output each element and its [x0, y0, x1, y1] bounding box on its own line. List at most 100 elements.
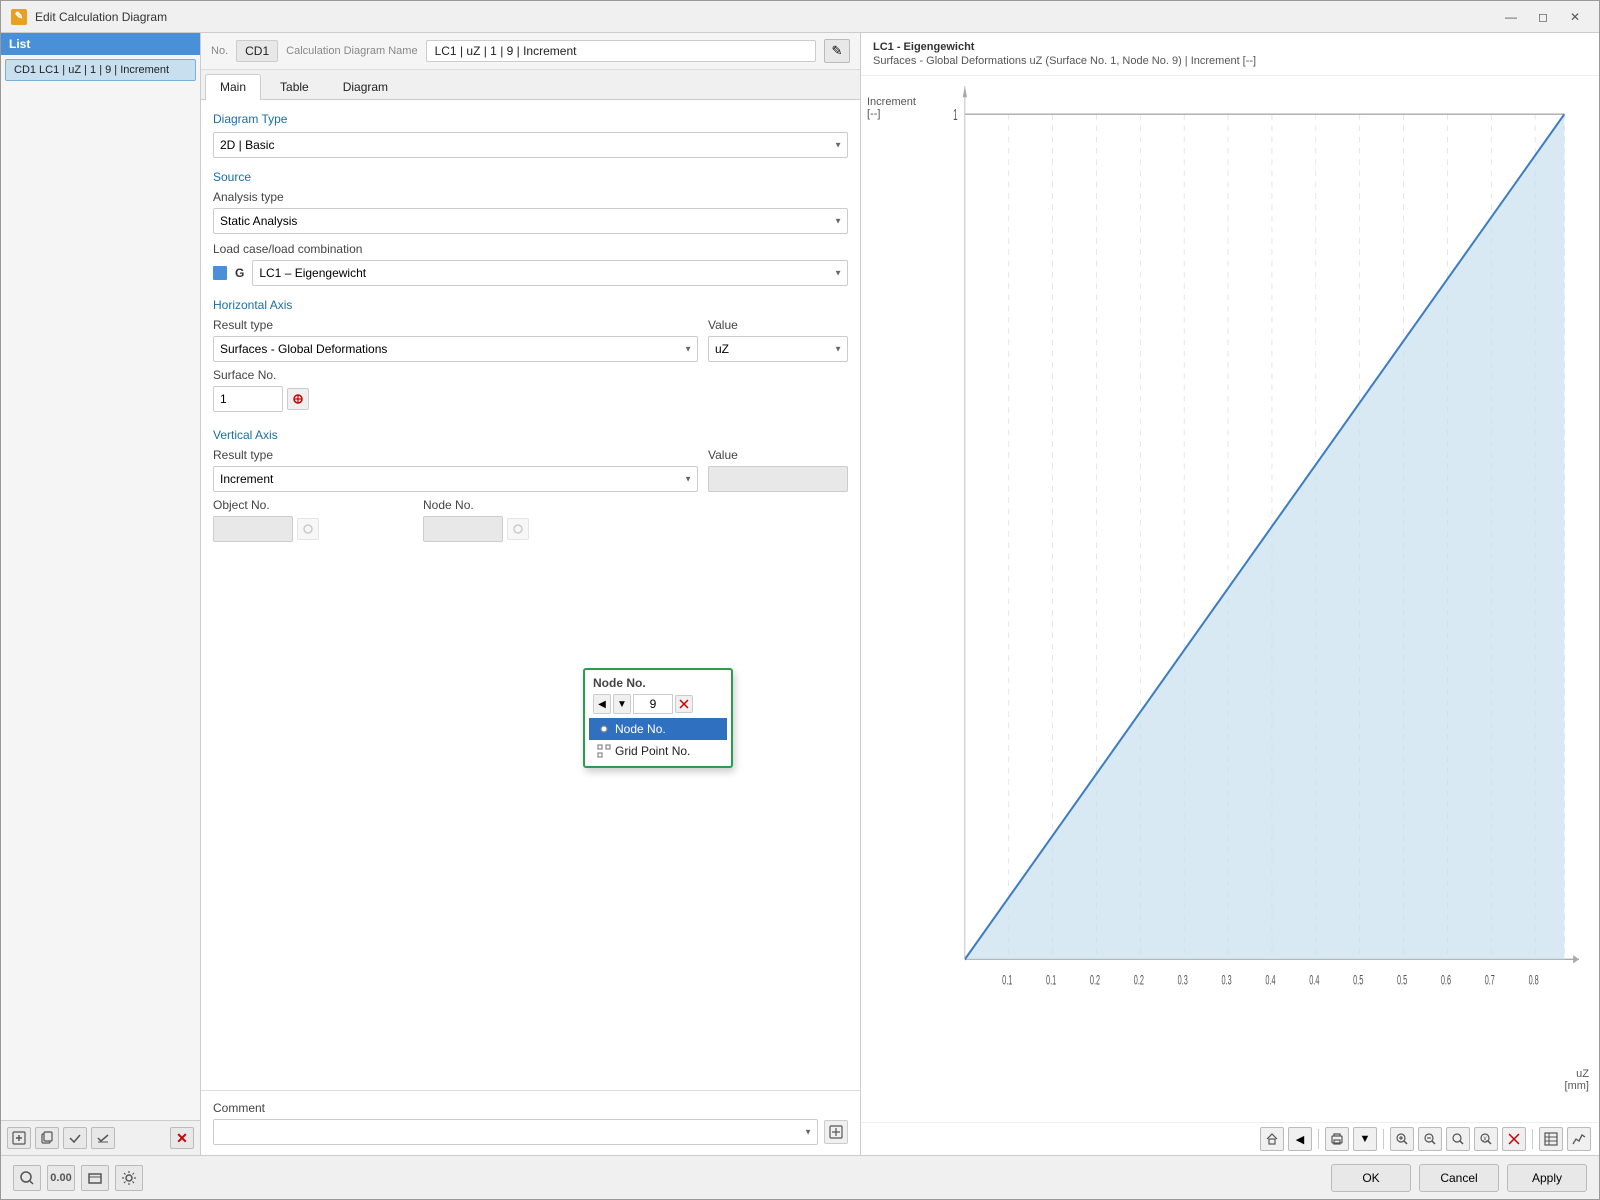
chart-zoom-in-button[interactable] — [1390, 1127, 1414, 1151]
svg-text:0.6: 0.6 — [1441, 973, 1451, 988]
form-content: Diagram Type 2D | Basic Source Analysis … — [201, 100, 860, 1090]
surface-no-label: Surface No. — [213, 368, 343, 382]
svg-text:0.4: 0.4 — [1309, 973, 1319, 988]
delete-item-button[interactable]: ✕ — [170, 1127, 194, 1149]
svg-text:0.2: 0.2 — [1134, 973, 1144, 988]
h-value-select[interactable]: uZ — [708, 336, 848, 362]
menu-item-grid-point-no[interactable]: Grid Point No. — [589, 740, 727, 762]
bottom-box-button[interactable] — [81, 1165, 109, 1191]
v-object-no-label: Object No. — [213, 498, 413, 512]
node-popup-input-row: ◀ ▼ 9 — [589, 692, 727, 716]
v-value-label: Value — [708, 448, 848, 462]
left-panel: List CD1 LC1 | uZ | 1 | 9 | Increment — [1, 33, 201, 1155]
list-item[interactable]: CD1 LC1 | uZ | 1 | 9 | Increment — [5, 59, 196, 81]
left-panel-toolbar: ✕ — [1, 1120, 200, 1155]
chart-table-button[interactable] — [1539, 1127, 1563, 1151]
tab-table[interactable]: Table — [265, 74, 324, 99]
v-result-type-select[interactable]: Increment — [213, 466, 698, 492]
chart-svg: 1 0.1 0.1 0.2 0.2 0.3 0.3 0.4 0.4 0.5 0.… — [921, 86, 1579, 1072]
diagram-type-select[interactable]: 2D | Basic — [213, 132, 848, 158]
list-header: List — [1, 33, 200, 55]
main-window: ✎ Edit Calculation Diagram — ◻ ✕ List CD… — [0, 0, 1600, 1200]
chart-toolbar-separator1 — [1318, 1129, 1319, 1149]
surface-no-pick-button[interactable] — [287, 388, 309, 410]
titlebar: ✎ Edit Calculation Diagram — ◻ ✕ — [1, 1, 1599, 33]
info-bar: No. CD1 Calculation Diagram Name LC1 | u… — [201, 33, 860, 70]
svg-text:0.4: 0.4 — [1265, 973, 1275, 988]
popup-menu: Node No. Grid Point No. — [589, 718, 727, 762]
bottom-settings-button[interactable] — [115, 1165, 143, 1191]
node-popup-close-button[interactable] — [675, 695, 693, 713]
apply-button[interactable]: Apply — [1507, 1164, 1587, 1192]
chart-print-dropdown[interactable]: ▼ — [1353, 1127, 1377, 1151]
menu-item-node-no[interactable]: Node No. — [589, 718, 727, 740]
copy-item-button[interactable] — [35, 1127, 59, 1149]
chart-print-button[interactable] — [1325, 1127, 1349, 1151]
chart-toolbar-separator3 — [1532, 1129, 1533, 1149]
surface-no-input[interactable]: 1 — [213, 386, 283, 412]
window-controls: — ◻ ✕ — [1497, 7, 1589, 27]
node-popup-header: Node No. — [589, 674, 727, 692]
chart-toolbar: ◀ ▼ X — [861, 1122, 1599, 1155]
chart-home-button[interactable] — [1260, 1127, 1284, 1151]
maximize-button[interactable]: ◻ — [1529, 7, 1557, 27]
h-value-label: Value — [708, 318, 848, 332]
svg-text:0.1: 0.1 — [1002, 973, 1012, 988]
h-result-type-select[interactable]: Surfaces - Global Deformations — [213, 336, 698, 362]
chart-title-line2: Surfaces - Global Deformations uZ (Surfa… — [873, 55, 1587, 67]
add-item-button[interactable] — [7, 1127, 31, 1149]
chart-zoom-fit-button[interactable] — [1446, 1127, 1470, 1151]
v-value-input — [708, 466, 848, 492]
load-case-label: Load case/load combination — [213, 242, 848, 256]
window-title: Edit Calculation Diagram — [35, 10, 1489, 24]
load-case-select[interactable]: LC1 – Eigengewicht — [252, 260, 848, 286]
ok-button[interactable]: OK — [1331, 1164, 1411, 1192]
source-section-title: Source — [213, 170, 848, 184]
v-node-no-input — [423, 516, 503, 542]
tab-diagram[interactable]: Diagram — [328, 74, 403, 99]
chart-zoom-x-button[interactable]: X — [1474, 1127, 1498, 1151]
close-button[interactable]: ✕ — [1561, 7, 1589, 27]
y-axis-label: Increment [--] — [867, 96, 916, 120]
node-dropdown-container: Node No. ◀ ▼ 9 — [583, 668, 733, 768]
chart-title-line1: LC1 - Eigengewicht — [873, 41, 1587, 53]
v-object-no-pick-button[interactable] — [297, 518, 319, 540]
v-node-no-pick-button[interactable] — [507, 518, 529, 540]
tab-main[interactable]: Main — [205, 74, 261, 100]
node-prev-button[interactable]: ◀ — [593, 694, 611, 714]
chart-graph-button[interactable] — [1567, 1127, 1591, 1151]
load-indicator — [213, 266, 227, 280]
svg-text:0.7: 0.7 — [1485, 973, 1495, 988]
ok-mark-button[interactable] — [63, 1127, 87, 1149]
bottom-search-button[interactable] — [13, 1165, 41, 1191]
chart-cross-button[interactable] — [1502, 1127, 1526, 1151]
node-no-popup-input[interactable]: 9 — [633, 694, 673, 714]
node-popup: Node No. ◀ ▼ 9 — [583, 668, 733, 768]
comment-select[interactable] — [213, 1119, 818, 1145]
comment-label: Comment — [213, 1101, 848, 1115]
diagram-type-section-title: Diagram Type — [213, 112, 848, 126]
tab-bar: Main Table Diagram — [201, 70, 860, 100]
cancel-button[interactable]: Cancel — [1419, 1164, 1499, 1192]
v-axis-section-title: Vertical Axis — [213, 428, 848, 442]
no-value: CD1 — [236, 40, 278, 62]
chart-back-button[interactable]: ◀ — [1288, 1127, 1312, 1151]
chart-header: LC1 - Eigengewicht Surfaces - Global Def… — [861, 33, 1599, 76]
analysis-type-select[interactable]: Static Analysis — [213, 208, 848, 234]
chart-zoom-out-button[interactable] — [1418, 1127, 1442, 1151]
x-axis-label: uZ [mm] — [1565, 1068, 1589, 1092]
edit-name-button[interactable]: ✎ — [824, 39, 850, 63]
app-icon: ✎ — [11, 9, 27, 25]
node-dropdown-button[interactable]: ▼ — [613, 694, 631, 714]
h-result-type-label: Result type — [213, 318, 698, 332]
comment-section: Comment — [201, 1090, 860, 1155]
bottom-number-button[interactable]: 0.00 — [47, 1165, 75, 1191]
svg-text:0.1: 0.1 — [1046, 973, 1056, 988]
svg-text:0.3: 0.3 — [1178, 973, 1188, 988]
bottom-right-buttons: OK Cancel Apply — [1331, 1164, 1587, 1192]
load-G-badge: G — [235, 266, 244, 280]
bottom-left-tools: 0.00 — [13, 1165, 143, 1191]
check-button[interactable] — [91, 1127, 115, 1149]
minimize-button[interactable]: — — [1497, 7, 1525, 27]
comment-add-button[interactable] — [824, 1120, 848, 1144]
